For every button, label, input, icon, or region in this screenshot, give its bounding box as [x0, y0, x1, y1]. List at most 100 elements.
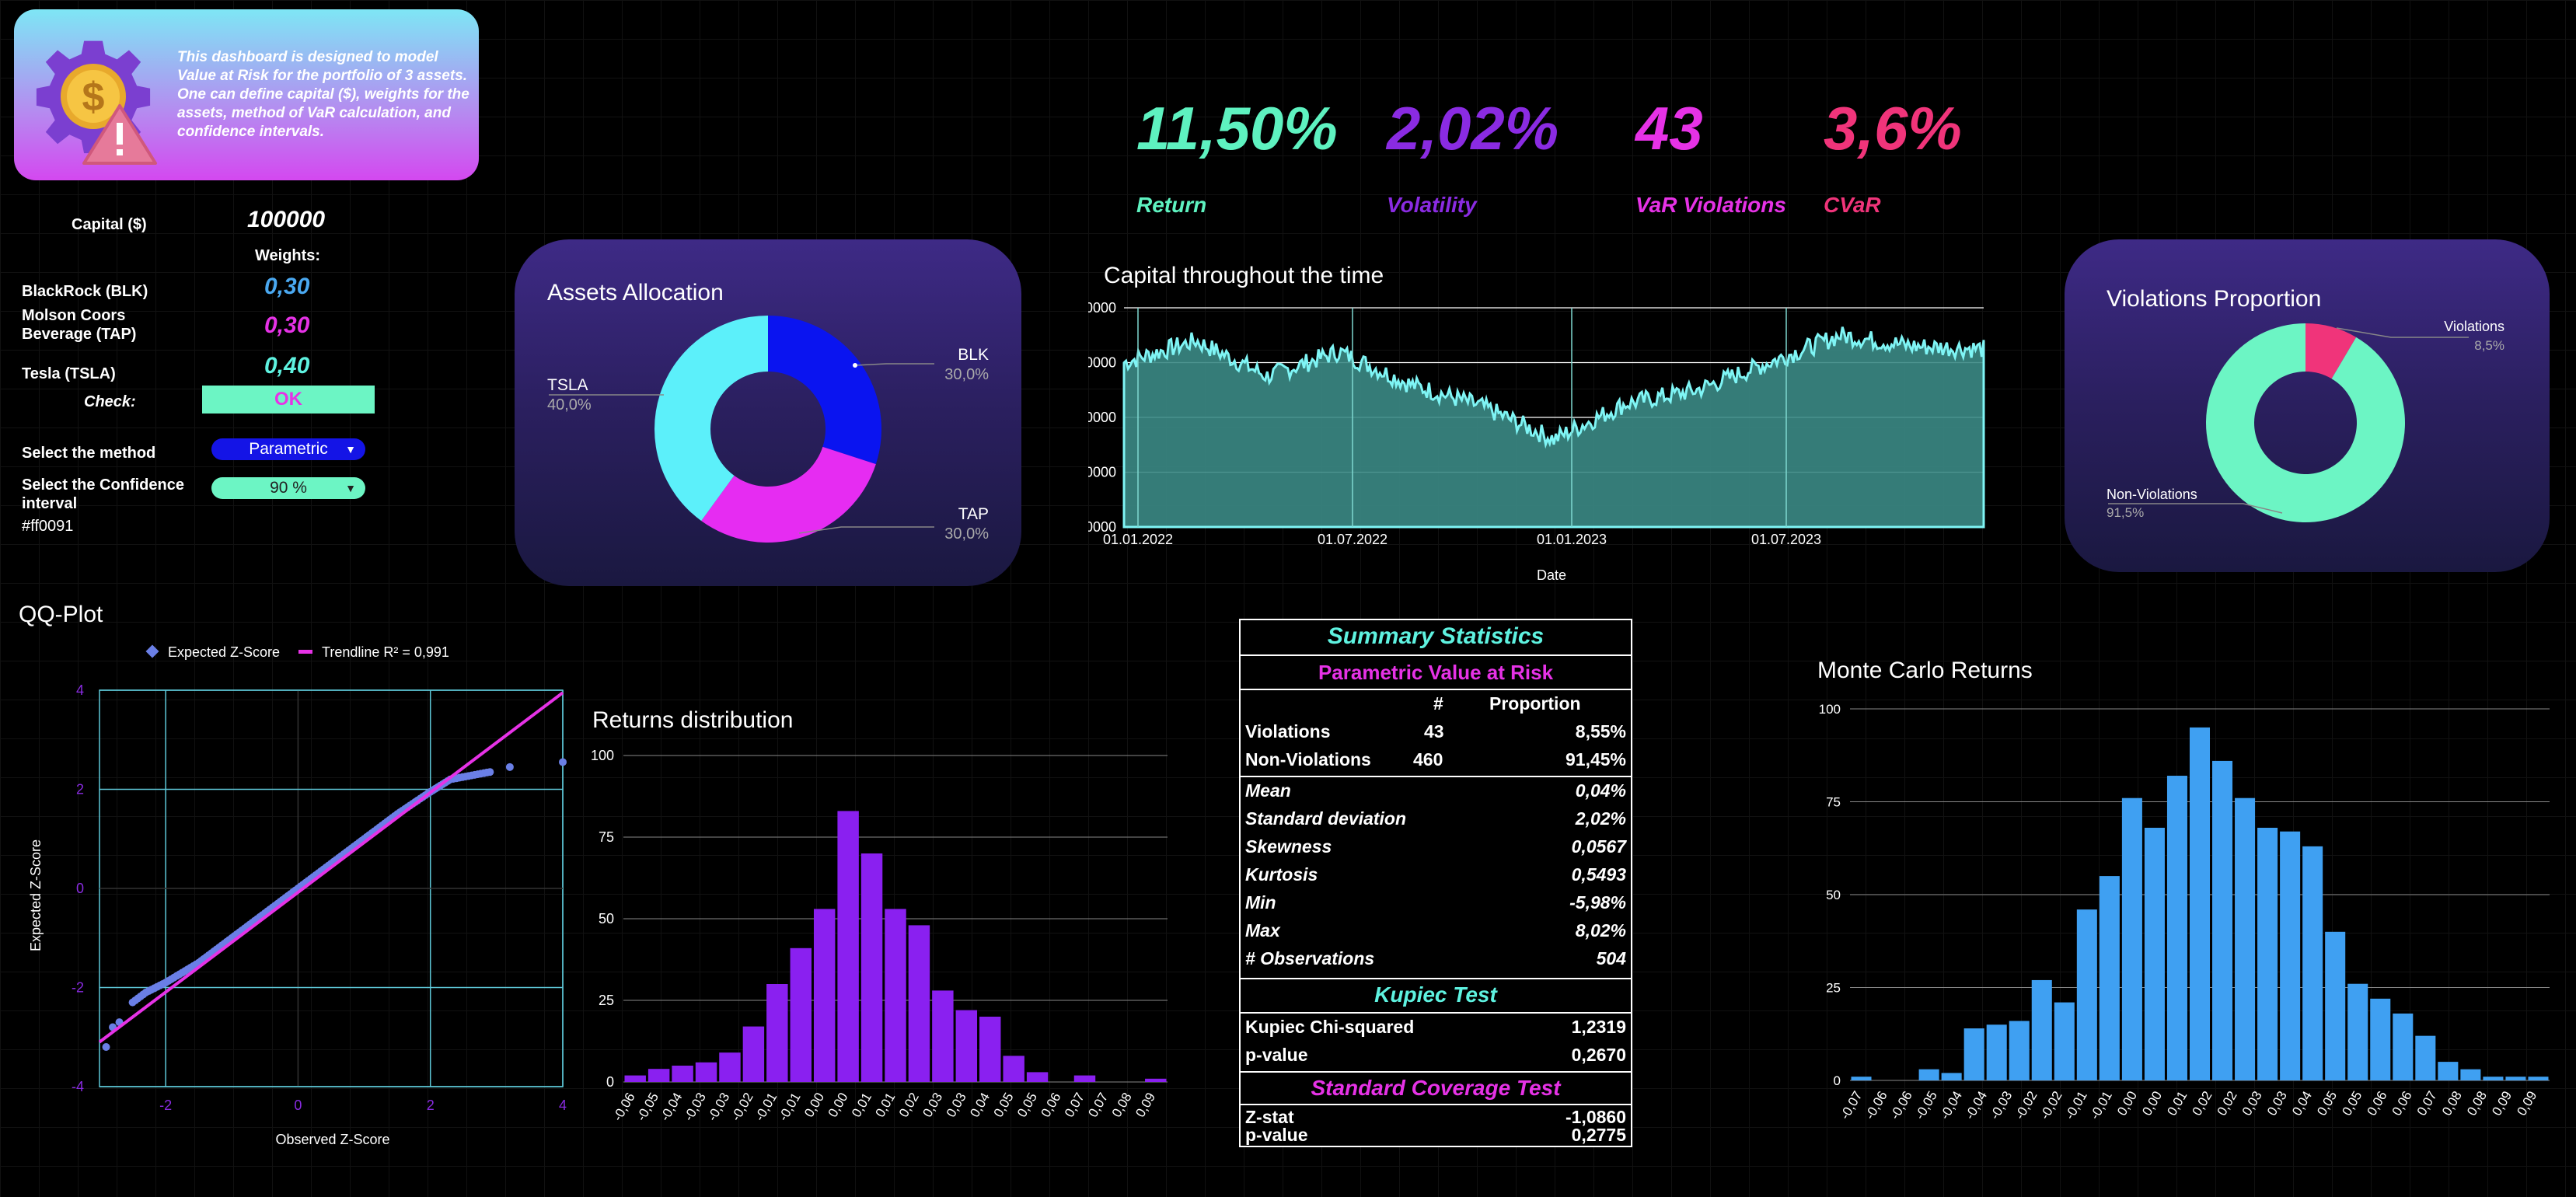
rh-xtick: 0,01: [849, 1091, 874, 1120]
mc-xtick: 0,03: [2264, 1089, 2290, 1118]
confidence-select[interactable]: 90 % ▼: [211, 477, 365, 499]
mc-xtick: 0,03: [2239, 1089, 2265, 1118]
mc-xtick: -0,04: [1962, 1089, 1990, 1122]
mc-ytick: 25: [1826, 981, 1841, 996]
qq-point: [559, 758, 567, 766]
mc-xtick: 0,00: [2139, 1089, 2165, 1118]
kpi-return-label: Return: [1136, 193, 1207, 217]
rh-bar: [979, 1017, 1001, 1082]
mc-xtick: 0,05: [2314, 1089, 2340, 1118]
tsla-weight-input[interactable]: 0,40: [264, 353, 309, 379]
mc-xtick: -0,05: [1912, 1089, 1940, 1122]
mc-bar: [2370, 998, 2391, 1080]
method-select[interactable]: Parametric ▼: [211, 438, 365, 460]
tap-weight-input[interactable]: 0,30: [264, 312, 309, 339]
mc-xtick: -0,06: [1862, 1089, 1890, 1122]
stats-row-nonviolations: Non-Violations 460 91,45%: [1245, 749, 1626, 770]
rh-xtick: -0,01: [752, 1091, 780, 1124]
stats-row-5: Max 8,02%: [1245, 920, 1626, 940]
tap-label: Molson Coors Beverage (TAP): [22, 307, 137, 343]
qq-xlabel: Observed Z-Score: [275, 1132, 389, 1147]
stats-row-kupiec-chi: Kupiec Chi-squared 1,2319: [1245, 1017, 1626, 1037]
stats-row-kupiec-p: p-value 0,2670: [1245, 1045, 1626, 1065]
rh-xtick: 0,04: [967, 1091, 993, 1120]
blk-weight-input[interactable]: 0,30: [264, 274, 309, 300]
stats-row-3: Kurtosis 0,5493: [1245, 864, 1626, 885]
stats-row-2: Skewness 0,0567: [1245, 836, 1626, 857]
qq-xtick: 2: [427, 1098, 435, 1113]
mc-xtick: 0,02: [2215, 1089, 2240, 1118]
check-status: OK: [202, 386, 375, 414]
qq-ytick: 0: [76, 881, 84, 896]
capital-ytick: 100000: [1088, 355, 1116, 371]
capital-xtick: 01.01.2022: [1103, 532, 1173, 547]
rh-xtick: -0,05: [634, 1091, 661, 1124]
rh-xtick: -0,01: [776, 1091, 804, 1124]
mc-bar: [2121, 797, 2142, 1080]
viol-slice-1: [2206, 323, 2405, 522]
stats-section-parametric: Parametric Value at Risk: [1318, 661, 1554, 684]
rh-bar: [1145, 1078, 1167, 1082]
rh-xtick: 0,00: [801, 1091, 827, 1120]
mc-bar: [2393, 1013, 2414, 1080]
qq-ytick: 4: [76, 682, 84, 698]
mc-bar: [2257, 827, 2278, 1080]
mc-bar: [1986, 1024, 2007, 1080]
returns-histogram: 1007550250 -0,06-0,05-0,04-0,03-0,03-0,0…: [591, 748, 1168, 1124]
mc-bar: [2528, 1077, 2549, 1080]
rh-xtick: -0,04: [658, 1091, 686, 1124]
mc-bar: [2076, 909, 2097, 1080]
rh-bar: [672, 1066, 693, 1082]
rh-ytick: 25: [599, 993, 614, 1008]
rh-bar: [885, 909, 906, 1082]
rh-bar: [1073, 1075, 1096, 1082]
rh-xtick: -0,03: [705, 1091, 733, 1124]
rh-bar: [647, 1069, 670, 1082]
mc-xtick: -0,06: [1887, 1089, 1915, 1122]
rh-ytick: 50: [599, 911, 614, 927]
rh-bar: [860, 853, 883, 1082]
check-label: Check:: [84, 393, 136, 410]
method-select-value: Parametric: [249, 440, 328, 458]
stats-section-kupiec: Kupiec Test: [1374, 982, 1497, 1007]
rh-xtick: 0,01: [872, 1091, 898, 1120]
kpi-violations-value: 43: [1635, 94, 1703, 162]
svg-text:$: $: [82, 75, 105, 120]
confidence-select-value: 90 %: [270, 479, 307, 497]
chevron-down-icon: ▼: [345, 443, 356, 455]
rh-xtick: 0,06: [1038, 1091, 1064, 1120]
mc-bar: [1851, 1077, 1872, 1080]
chevron-down-icon: ▼: [345, 482, 356, 494]
mc-bar: [1963, 1028, 1984, 1080]
mc-bar: [2212, 760, 2233, 1080]
mc-xtick: 0,08: [2439, 1089, 2465, 1118]
stats-section-coverage: Standard Coverage Test: [1311, 1076, 1561, 1100]
rh-xtick: 0,00: [826, 1091, 851, 1120]
info-description: This dashboard is designed to model Valu…: [177, 49, 469, 140]
capital-input[interactable]: 100000: [247, 207, 325, 233]
mc-xtick: 0,06: [2389, 1089, 2415, 1118]
mc-xtick: 0,07: [2414, 1089, 2440, 1118]
mc-xtick: -0,02: [2012, 1089, 2040, 1122]
mc-bar: [2483, 1077, 2504, 1080]
mc-xtick: -0,03: [1988, 1089, 2016, 1122]
returns-hist-title: Returns distribution: [592, 707, 794, 733]
rh-xtick: 0,02: [896, 1091, 922, 1120]
qq-point: [102, 1043, 110, 1051]
capital-ytick: 120000: [1088, 300, 1116, 316]
mc-xtick: 0,05: [2339, 1089, 2365, 1118]
blk-label: BlackRock (BLK): [22, 283, 148, 300]
qq-ytick: -4: [72, 1079, 84, 1094]
mc-histogram: 1007550250 -0,07-0,06-0,06-0,05-0,04-0,0…: [1819, 702, 2550, 1122]
rh-xtick: 0,07: [1062, 1091, 1087, 1120]
qq-plot: Expected Z-Score Trendline R² = 0,991 -2…: [28, 644, 567, 1147]
rh-xtick: 0,08: [1109, 1091, 1135, 1120]
rh-bar: [837, 811, 859, 1082]
mc-xtick: 0,00: [2114, 1089, 2140, 1118]
alloc-slice-0: [768, 316, 881, 465]
mc-xtick: 0,06: [2365, 1089, 2390, 1118]
rh-bar: [790, 947, 812, 1082]
qq-point: [486, 768, 494, 776]
alloc-label-tap: TAP: [958, 505, 989, 523]
kpi-violations-label: VaR Violations: [1635, 193, 1786, 217]
